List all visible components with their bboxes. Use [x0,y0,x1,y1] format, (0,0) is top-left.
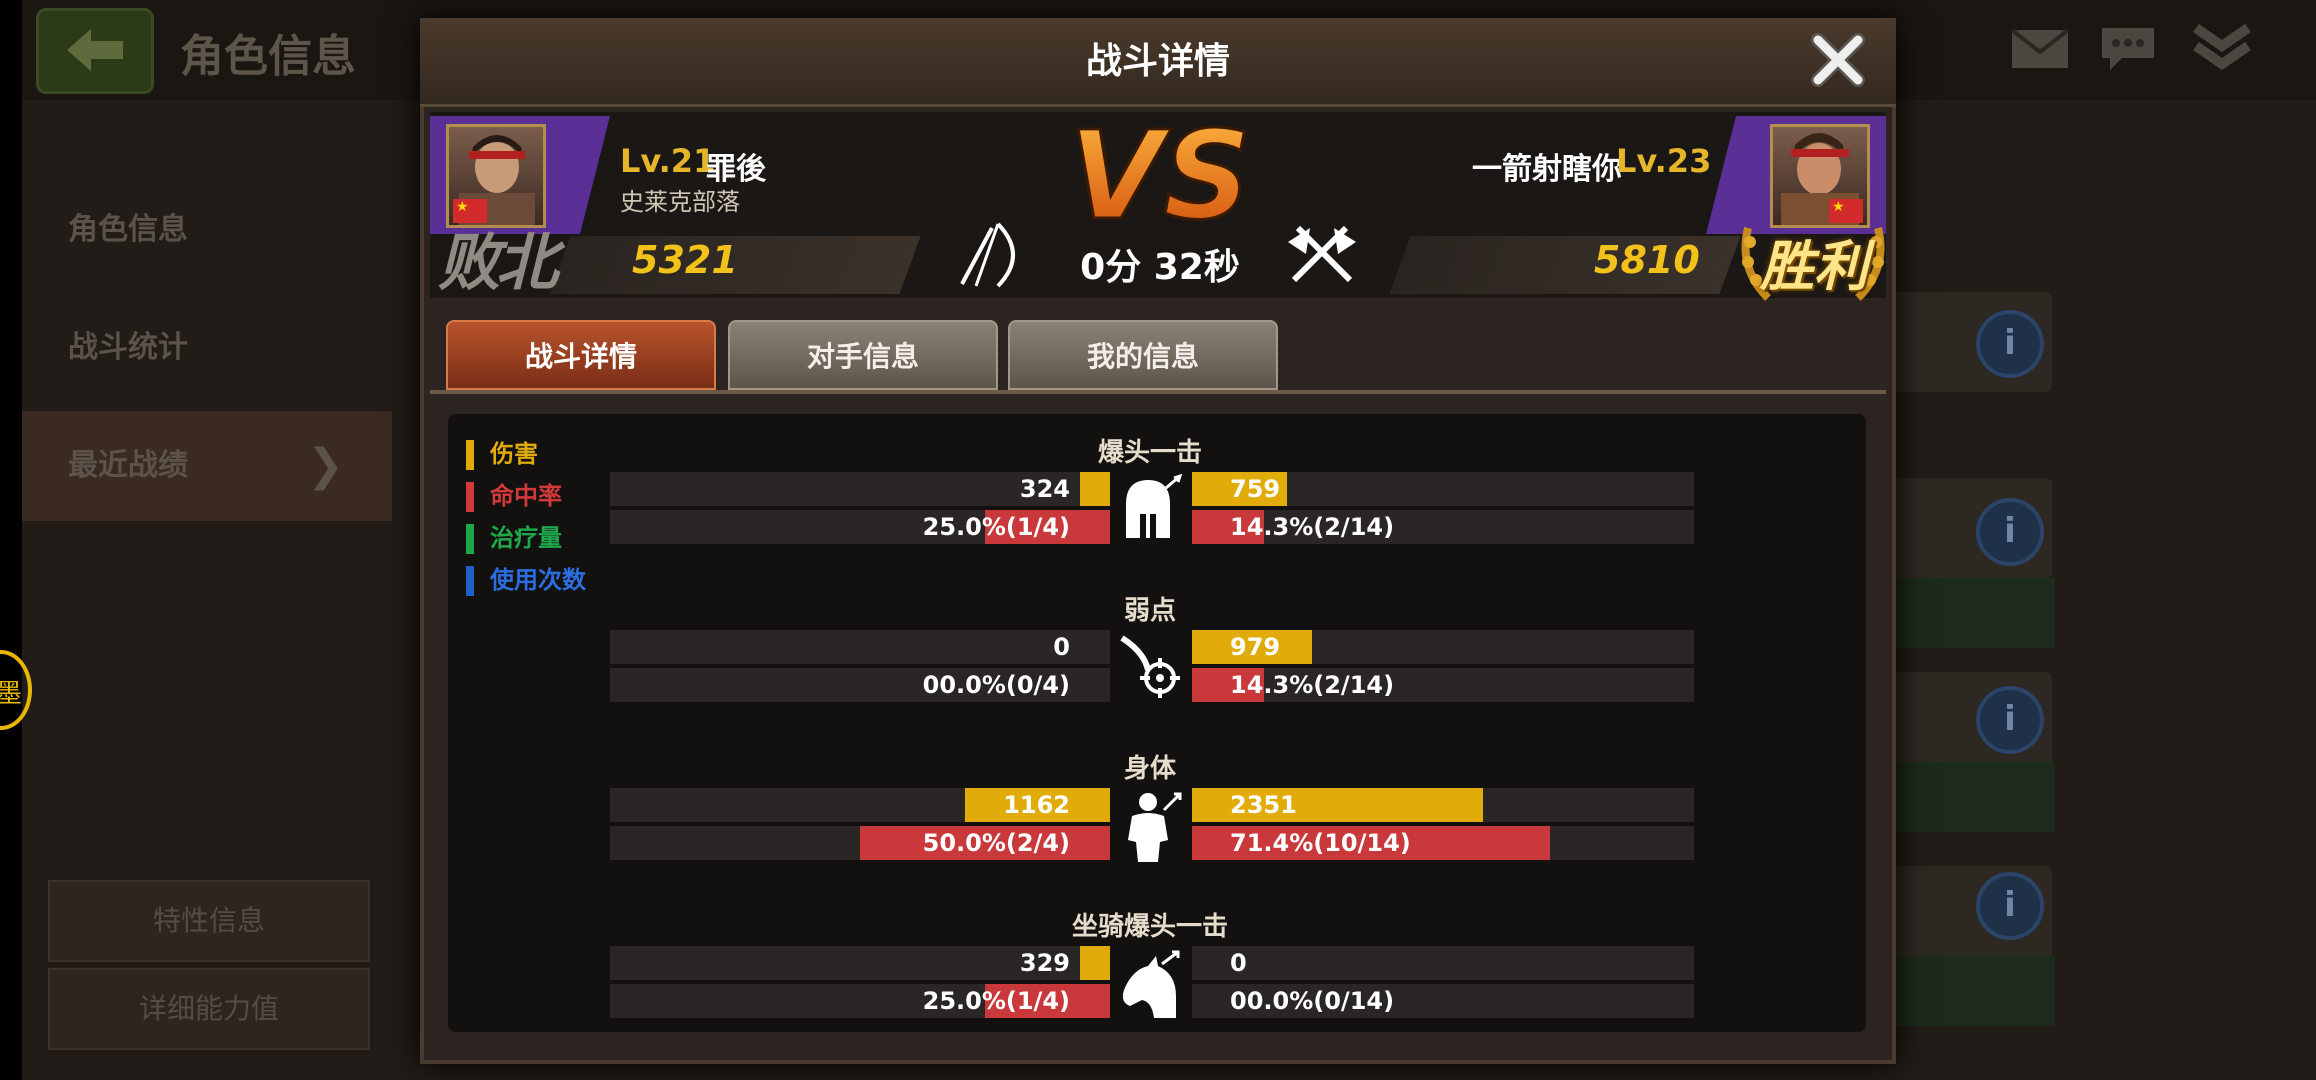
player-left-score: 5321 [632,238,738,282]
background-green-row [1895,578,2055,648]
back-button[interactable] [36,8,154,94]
dialog-title: 战斗详情 [1085,41,1230,82]
tab-underline [430,390,1886,394]
hit-value-left: 50.0%(2/4) [922,829,1070,857]
damage-fill-left [1080,472,1110,506]
legend-swatch [466,524,474,554]
damage-value-left: 0 [1053,633,1070,661]
damage-value-right: 2351 [1230,791,1297,819]
legend-label: 伤害 [490,440,538,468]
sidebar-item-recent-records[interactable]: 最近战绩 ❯ [22,411,392,521]
chat-icon[interactable] [2096,22,2160,72]
hit-value-right: 14.3%(2/14) [1230,671,1395,699]
hit-value-right: 14.3%(2/14) [1230,513,1395,541]
victory-label: 胜利 [1760,235,1868,298]
hit-bar-left: 25.0%(1/4) [610,984,1110,1018]
player-right-name: 一箭射瞎你 [1472,152,1622,187]
hit-bar-right: 14.3%(2/14) [1192,510,1694,544]
section-title: 身体 [1123,754,1176,784]
hit-bar-right: 71.4%(10/14) [1192,826,1694,860]
damage-bar-left: 0 [610,630,1110,664]
background-page-title: 角色信息 [180,31,356,82]
horse-head-icon [1122,950,1180,1018]
hit-bar-left: 25.0%(1/4) [610,510,1110,544]
weakpoint-target-icon [1120,635,1180,698]
legend-label: 治疗量 [490,524,562,552]
section-title: 爆头一击 [1097,438,1202,468]
damage-bar-left: 329 [610,946,1110,980]
section-title: 弱点 [1123,596,1176,626]
damage-bar-right: 759 [1192,472,1694,506]
info-icon[interactable]: i [1976,498,2044,566]
damage-value-left: 324 [1019,475,1070,503]
tab-opponent-info[interactable]: 对手信息 [728,320,998,390]
collapse-chevron-icon[interactable] [2190,22,2254,72]
hit-bar-right: 14.3%(2/14) [1192,668,1694,702]
player-left-guild: 史莱克部落 [620,188,740,216]
hit-bar-left: 00.0%(0/4) [610,668,1110,702]
body-icon [1128,792,1182,862]
damage-value-right: 979 [1230,633,1281,661]
player-left-level: Lv.21 [620,142,716,180]
bow-arrow-icon [960,222,1015,288]
damage-bar-left: 1162 [610,788,1110,822]
info-icon[interactable]: i [1976,872,2044,940]
sidebar-item-label: 最近战绩 [68,448,188,483]
damage-bar-right: 979 [1192,630,1694,664]
tab-my-info[interactable]: 我的信息 [1008,320,1278,390]
background-green-row [1895,762,2055,832]
damage-value-left: 329 [1019,949,1070,977]
info-icon[interactable]: i [1976,686,2044,754]
background-sidebar: 角色信息 战斗统计 最近战绩 ❯ [22,175,392,535]
legend-swatch [466,482,474,512]
section-title: 坐骑爆头一击 [1071,912,1228,942]
legend-swatch [466,566,474,596]
player-right-level: Lv.23 [1616,142,1712,180]
legend-label: 命中率 [490,482,562,510]
hit-value-left: 25.0%(1/4) [922,513,1070,541]
close-icon[interactable] [1808,30,1868,90]
detailed-stats-button[interactable]: 详细能力值 [48,968,370,1050]
legend-damage: 伤害 [466,434,538,470]
background-green-row [1895,956,2055,1026]
damage-fill-left [1080,946,1110,980]
legend-label: 使用次数 [490,566,586,594]
hit-value-right: 00.0%(0/14) [1230,987,1395,1015]
chevron-right-icon: ❯ [307,440,344,491]
back-arrow-icon [67,29,123,71]
hit-value-left: 25.0%(1/4) [922,987,1070,1015]
damage-bar-left: 324 [610,472,1110,506]
damage-value-left: 1162 [1003,791,1070,819]
damage-value-right: 759 [1230,475,1281,503]
crossed-axes-icon [1288,225,1356,283]
damage-bar-right: 2351 [1192,788,1694,822]
battle-duration: 0分 32秒 [1080,247,1240,288]
defeat-label: 败北 [438,226,558,299]
helmet-icon [1126,474,1183,538]
damage-value-right: 0 [1230,949,1247,977]
traits-info-button[interactable]: 特性信息 [48,880,370,962]
hit-value-right: 71.4%(10/14) [1230,829,1411,857]
player-right-score: 5810 [1594,238,1700,282]
sidebar-item-character-info[interactable]: 角色信息 [22,175,392,285]
mail-icon[interactable] [2008,22,2072,72]
damage-bar-right: 0 [1192,946,1694,980]
dialog-header: 战斗详情 [420,20,1896,107]
sidebar-item-battle-stats[interactable]: 战斗统计 [22,293,392,403]
info-icon[interactable]: i [1976,310,2044,378]
hit-value-left: 00.0%(0/4) [922,671,1070,699]
hit-bar-right: 00.0%(0/14) [1192,984,1694,1018]
legend-usage-count: 使用次数 [466,560,586,596]
vs-logo: VS [1070,104,1250,249]
hit-bar-left: 50.0%(2/4) [610,826,1110,860]
legend-hit-rate: 命中率 [466,476,562,512]
vs-text: VS [1070,105,1250,247]
legend-healing: 治疗量 [466,518,562,554]
legend-swatch [466,440,474,470]
tab-battle-detail[interactable]: 战斗详情 [446,320,716,390]
